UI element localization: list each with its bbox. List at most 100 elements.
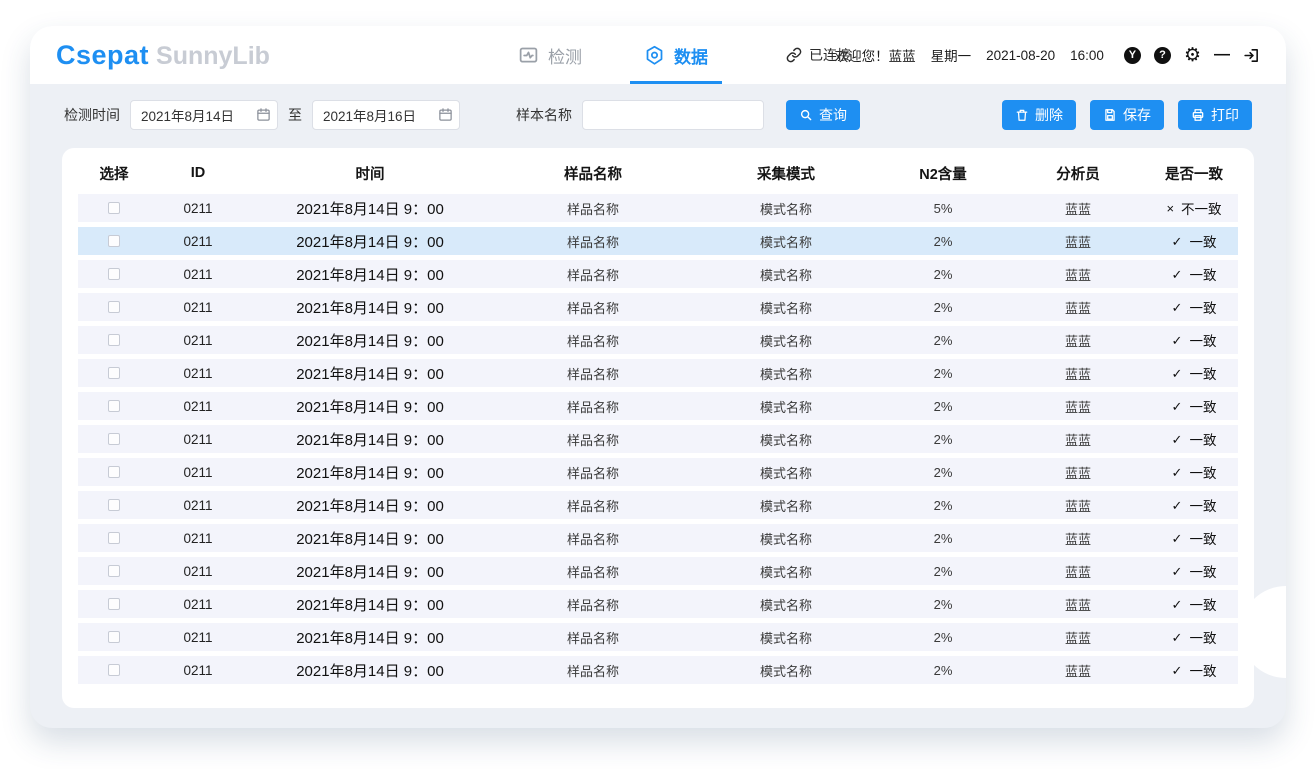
row-checkbox[interactable] <box>108 400 120 412</box>
row-checkbox[interactable] <box>108 565 120 577</box>
header-sample: 样品名称 <box>494 163 692 184</box>
row-checkbox[interactable] <box>108 334 120 346</box>
cell-select <box>78 598 150 610</box>
sample-name-input[interactable] <box>582 100 764 130</box>
table-row[interactable]: 0211 2021年8月14日 9：00 样品名称 模式名称 2% 蓝蓝 ✓ 一… <box>78 524 1238 552</box>
cell-n2: 2% <box>880 597 1006 612</box>
date-from-field <box>130 100 278 130</box>
cell-time: 2021年8月14日 9：00 <box>246 363 494 384</box>
table-row[interactable]: 0211 2021年8月14日 9：00 样品名称 模式名称 2% 蓝蓝 ✓ 一… <box>78 623 1238 651</box>
table-row[interactable]: 0211 2021年8月14日 9：00 样品名称 模式名称 2% 蓝蓝 ✓ 一… <box>78 359 1238 387</box>
cell-sample: 样品名称 <box>494 364 692 383</box>
cell-select <box>78 664 150 676</box>
logout-icon[interactable] <box>1243 47 1260 64</box>
table-row[interactable]: 0211 2021年8月14日 9：00 样品名称 模式名称 2% 蓝蓝 ✓ 一… <box>78 293 1238 321</box>
minimize-icon[interactable]: — <box>1214 46 1230 64</box>
row-checkbox[interactable] <box>108 433 120 445</box>
table-row[interactable]: 0211 2021年8月14日 9：00 样品名称 模式名称 2% 蓝蓝 ✓ 一… <box>78 227 1238 255</box>
cell-consistency: 一致 <box>1189 660 1216 680</box>
cell-analyst: 蓝蓝 <box>1006 298 1150 317</box>
time-text: 16:00 <box>1070 48 1104 63</box>
brand-logo: Csepat SunnyLib <box>56 40 270 71</box>
table-row[interactable]: 0211 2021年8月14日 9：00 样品名称 模式名称 2% 蓝蓝 ✓ 一… <box>78 260 1238 288</box>
cell-consistency-wrap: ✓ 一致 <box>1150 297 1238 317</box>
cell-consistency: 一致 <box>1189 396 1216 416</box>
sample-name-label: 样本名称 <box>516 105 572 125</box>
date-to-input[interactable] <box>312 100 460 130</box>
cell-time: 2021年8月14日 9：00 <box>246 627 494 648</box>
row-checkbox[interactable] <box>108 466 120 478</box>
save-button[interactable]: 保存 <box>1090 100 1164 130</box>
consistency-icon: ✓ <box>1172 334 1183 347</box>
table-row[interactable]: 0211 2021年8月14日 9：00 样品名称 模式名称 2% 蓝蓝 ✓ 一… <box>78 392 1238 420</box>
cell-sample: 样品名称 <box>494 529 692 548</box>
consistency-icon: ✓ <box>1172 598 1183 611</box>
row-checkbox[interactable] <box>108 268 120 280</box>
table-row[interactable]: 0211 2021年8月14日 9：00 样品名称 模式名称 2% 蓝蓝 ✓ 一… <box>78 326 1238 354</box>
cell-analyst: 蓝蓝 <box>1006 265 1150 284</box>
cell-analyst: 蓝蓝 <box>1006 232 1150 251</box>
table-row[interactable]: 0211 2021年8月14日 9：00 样品名称 模式名称 2% 蓝蓝 ✓ 一… <box>78 557 1238 585</box>
cell-consistency: 一致 <box>1189 363 1216 383</box>
settings-gear-icon[interactable]: ⚙ <box>1184 46 1201 65</box>
consistency-icon: ✓ <box>1172 367 1183 380</box>
cell-sample: 样品名称 <box>494 496 692 515</box>
table-row[interactable]: 0211 2021年8月14日 9：00 样品名称 模式名称 2% 蓝蓝 ✓ 一… <box>78 425 1238 453</box>
cell-time: 2021年8月14日 9：00 <box>246 198 494 219</box>
query-button[interactable]: 查询 <box>786 100 860 130</box>
cell-id: 0211 <box>150 432 246 447</box>
row-checkbox[interactable] <box>108 664 120 676</box>
row-checkbox[interactable] <box>108 202 120 214</box>
cell-n2: 2% <box>880 300 1006 315</box>
cell-sample: 样品名称 <box>494 397 692 416</box>
cell-n2: 2% <box>880 663 1006 678</box>
row-checkbox[interactable] <box>108 499 120 511</box>
table-row[interactable]: 0211 2021年8月14日 9：00 样品名称 模式名称 2% 蓝蓝 ✓ 一… <box>78 590 1238 618</box>
filter-toolbar: 检测时间 至 样本名称 查询 <box>30 84 1286 140</box>
cell-consistency: 一致 <box>1189 264 1216 284</box>
cell-mode: 模式名称 <box>692 199 880 218</box>
cell-mode: 模式名称 <box>692 628 880 647</box>
row-checkbox[interactable] <box>108 598 120 610</box>
help-icon[interactable]: ? <box>1154 47 1171 64</box>
cell-mode: 模式名称 <box>692 364 880 383</box>
table-row[interactable]: 0211 2021年8月14日 9：00 样品名称 模式名称 5% 蓝蓝 × 不… <box>78 194 1238 222</box>
trash-icon <box>1015 108 1029 122</box>
cell-mode: 模式名称 <box>692 496 880 515</box>
print-button[interactable]: 打印 <box>1178 100 1252 130</box>
header-n2: N2含量 <box>880 163 1006 184</box>
row-checkbox[interactable] <box>108 235 120 247</box>
row-checkbox[interactable] <box>108 532 120 544</box>
cell-consistency-wrap: ✓ 一致 <box>1150 330 1238 350</box>
weekday-text: 星期一 <box>931 45 972 65</box>
tab-detection[interactable]: 检测 <box>518 26 582 84</box>
consistency-icon: ✓ <box>1172 532 1183 545</box>
row-checkbox[interactable] <box>108 367 120 379</box>
cell-select <box>78 499 150 511</box>
row-checkbox[interactable] <box>108 631 120 643</box>
to-label: 至 <box>288 105 302 125</box>
save-button-label: 保存 <box>1123 105 1151 125</box>
cell-n2: 2% <box>880 399 1006 414</box>
brand-badge-icon[interactable]: Y <box>1124 47 1141 64</box>
cell-n2: 2% <box>880 366 1006 381</box>
row-checkbox[interactable] <box>108 301 120 313</box>
app-header: Csepat SunnyLib 检测 数据 已连接 <box>30 26 1286 84</box>
consistency-icon: ✓ <box>1172 433 1183 446</box>
table-row[interactable]: 0211 2021年8月14日 9：00 样品名称 模式名称 2% 蓝蓝 ✓ 一… <box>78 491 1238 519</box>
delete-button[interactable]: 删除 <box>1002 100 1076 130</box>
tab-data[interactable]: 数据 <box>644 26 708 84</box>
table-row[interactable]: 0211 2021年8月14日 9：00 样品名称 模式名称 2% 蓝蓝 ✓ 一… <box>78 458 1238 486</box>
header-id: ID <box>150 165 246 181</box>
cell-analyst: 蓝蓝 <box>1006 364 1150 383</box>
date-from-input[interactable] <box>130 100 278 130</box>
cell-consistency: 一致 <box>1189 429 1216 449</box>
cell-id: 0211 <box>150 366 246 381</box>
cell-sample: 样品名称 <box>494 232 692 251</box>
cell-consistency-wrap: ✓ 一致 <box>1150 495 1238 515</box>
cell-consistency: 不一致 <box>1181 198 1222 218</box>
cell-mode: 模式名称 <box>692 595 880 614</box>
table-row[interactable]: 0211 2021年8月14日 9：00 样品名称 模式名称 2% 蓝蓝 ✓ 一… <box>78 656 1238 684</box>
table-body: 0211 2021年8月14日 9：00 样品名称 模式名称 5% 蓝蓝 × 不… <box>78 194 1238 684</box>
cell-sample: 样品名称 <box>494 430 692 449</box>
